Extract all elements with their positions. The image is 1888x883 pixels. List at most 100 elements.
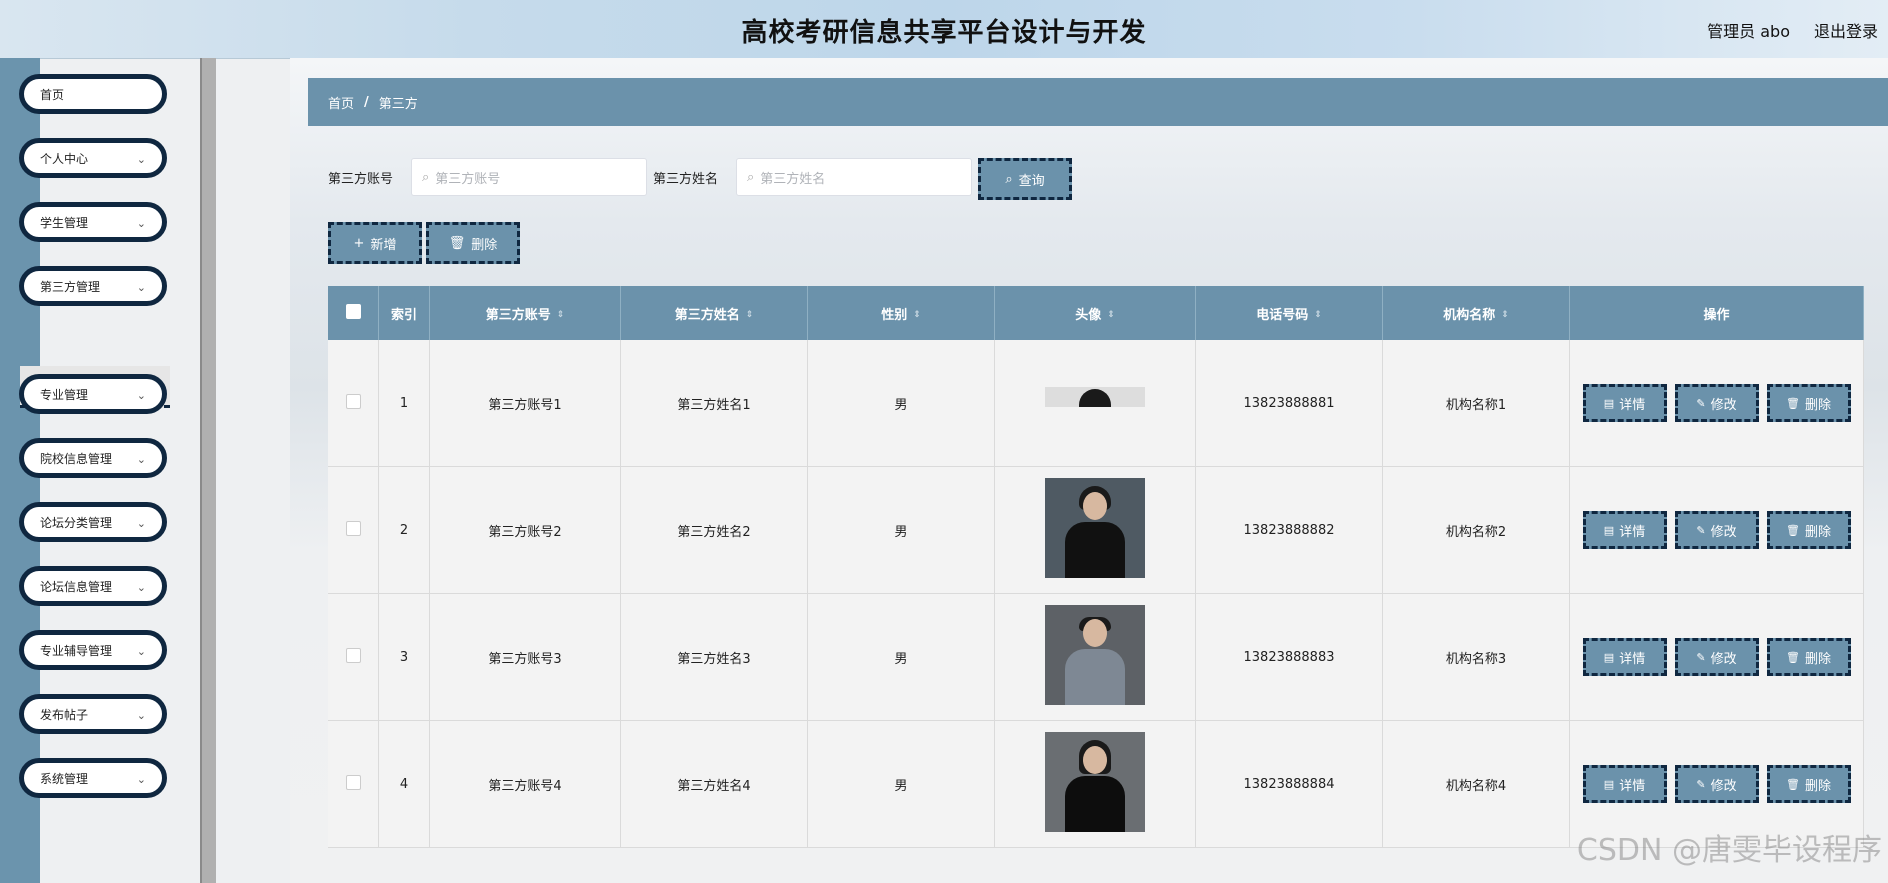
top-header: 高校考研信息共享平台设计与开发 管理员 abo 退出登录: [0, 0, 1888, 59]
cell-name: 第三方姓名1: [620, 340, 808, 467]
avatar: [1045, 478, 1145, 578]
delete-button[interactable]: 🗑 删除: [1766, 638, 1851, 676]
breadcrumb-home[interactable]: 首页: [328, 93, 354, 112]
pencil-icon: ✎: [1696, 650, 1706, 664]
cell-gender: 男: [807, 593, 995, 721]
query-button[interactable]: ⌕ 查询: [978, 158, 1072, 200]
add-button[interactable]: + 新增: [328, 222, 422, 264]
cell-name: 第三方姓名2: [620, 466, 808, 594]
delete-button[interactable]: 🗑 删除: [1766, 511, 1851, 549]
chevron-down-icon: ⌄: [136, 217, 146, 230]
breadcrumb-current: 第三方: [378, 96, 418, 112]
cell-phone: 13823888884: [1195, 720, 1383, 848]
column-avatar[interactable]: 头像 ⇕: [994, 286, 1196, 340]
detail-button[interactable]: ▤ 详情: [1582, 765, 1667, 803]
main-content: 首页 / 第三方 第三方账号 ⌕ 第三方账号 第三方姓名 ⌕ 第三方姓名 ⌕ 查…: [290, 58, 1888, 883]
chevron-down-icon: ⌄: [136, 389, 146, 402]
row-checkbox[interactable]: [345, 647, 361, 663]
sidebar-item-home[interactable]: 首页: [19, 74, 167, 114]
trash-icon: 🗑: [448, 235, 466, 251]
row-checkbox[interactable]: [345, 774, 361, 790]
delete-button[interactable]: 🗑 删除: [1766, 765, 1851, 803]
third-party-table: 索引 第三方账号 ⇕ 第三方姓名 ⇕ 性别 ⇕ 头像 ⇕ 电话号码 ⇕ 机构名称 ⇕ 操作 …: [328, 286, 1864, 848]
sidebar-item-forum-info-management[interactable]: 论坛信息管理 ⌄: [19, 566, 167, 606]
logout-link[interactable]: 退出登录: [1814, 18, 1878, 42]
page-title: 高校考研信息共享平台设计与开发: [741, 18, 1147, 48]
sidebar-item-third-party-management[interactable]: 第三方管理 ⌄: [19, 266, 167, 306]
chevron-down-icon: ⌄: [136, 773, 146, 786]
sort-icon[interactable]: ⇕: [1107, 310, 1115, 320]
chevron-down-icon: ⌄: [136, 281, 146, 294]
table-header-row: 索引 第三方账号 ⇕ 第三方姓名 ⇕ 性别 ⇕ 头像 ⇕ 电话号码 ⇕ 机构名称 ⇕ 操作: [328, 286, 1864, 340]
cell-gender: 男: [807, 466, 995, 594]
select-all-header[interactable]: [328, 286, 379, 340]
batch-delete-button[interactable]: 🗑 删除: [426, 222, 520, 264]
sidebar-item-system-management[interactable]: 系统管理 ⌄: [19, 758, 167, 798]
trash-icon: 🗑: [1786, 650, 1800, 664]
trash-icon: 🗑: [1786, 396, 1800, 410]
detail-button[interactable]: ▤ 详情: [1582, 511, 1667, 549]
chevron-down-icon: ⌄: [136, 517, 146, 530]
column-name[interactable]: 第三方姓名 ⇕: [620, 286, 808, 340]
sort-icon[interactable]: ⇕: [1501, 310, 1509, 320]
search-icon: ⌕: [422, 169, 430, 185]
sidebar-item-publish-post[interactable]: 发布帖子 ⌄: [19, 694, 167, 734]
cell-org: 机构名称1: [1382, 340, 1570, 467]
detail-button[interactable]: ▤ 详情: [1582, 384, 1667, 422]
sidebar-item-personal-center[interactable]: 个人中心 ⌄: [19, 138, 167, 178]
plus-icon: +: [353, 235, 365, 251]
sidebar-item-school-info-management[interactable]: 院校信息管理 ⌄: [19, 438, 167, 478]
select-all-checkbox[interactable]: [345, 303, 361, 319]
trash-icon: 🗑: [1786, 523, 1800, 537]
chevron-down-icon: ⌄: [136, 709, 146, 722]
row-checkbox[interactable]: [345, 393, 361, 409]
edit-button[interactable]: ✎ 修改: [1674, 638, 1759, 676]
chevron-down-icon: ⌄: [136, 453, 146, 466]
column-phone[interactable]: 电话号码 ⇕: [1195, 286, 1383, 340]
column-index: 索引: [378, 286, 430, 340]
sidebar-item-major-management[interactable]: 专业管理 ⌄: [19, 374, 167, 414]
edit-button[interactable]: ✎ 修改: [1674, 765, 1759, 803]
cell-account: 第三方账号3: [429, 593, 621, 721]
delete-button[interactable]: 🗑 删除: [1766, 384, 1851, 422]
account-search-input[interactable]: ⌕ 第三方账号: [411, 158, 647, 196]
sidebar-item-forum-category-management[interactable]: 论坛分类管理 ⌄: [19, 502, 167, 542]
cell-index: 1: [378, 340, 430, 467]
cell-actions: ▤ 详情 ✎ 修改 🗑 删除: [1569, 593, 1864, 721]
cell-phone: 13823888882: [1195, 466, 1383, 594]
pencil-icon: ✎: [1696, 396, 1706, 410]
avatar: [1045, 605, 1145, 705]
account-search-label: 第三方账号: [328, 172, 394, 187]
sidebar-item-student-management[interactable]: 学生管理 ⌄: [19, 202, 167, 242]
column-org[interactable]: 机构名称 ⇕: [1382, 286, 1570, 340]
cell-phone: 13823888881: [1195, 340, 1383, 467]
row-checkbox[interactable]: [345, 520, 361, 536]
sort-icon[interactable]: ⇕: [557, 310, 565, 320]
cell-account: 第三方账号1: [429, 340, 621, 467]
edit-button[interactable]: ✎ 修改: [1674, 384, 1759, 422]
search-icon: ⌕: [1005, 171, 1013, 187]
cell-actions: ▤ 详情 ✎ 修改 🗑 删除: [1569, 340, 1864, 467]
cell-gender: 男: [807, 720, 995, 848]
column-gender[interactable]: 性别 ⇕: [807, 286, 995, 340]
name-search-input[interactable]: ⌕ 第三方姓名: [736, 158, 972, 196]
document-icon: ▤: [1603, 523, 1615, 537]
detail-button[interactable]: ▤ 详情: [1582, 638, 1667, 676]
current-user: 管理员 abo: [1707, 22, 1790, 41]
sort-icon[interactable]: ⇕: [746, 310, 754, 320]
sidebar-item-major-tutoring-management[interactable]: 专业辅导管理 ⌄: [19, 630, 167, 670]
document-icon: ▤: [1603, 777, 1615, 791]
sort-icon[interactable]: ⇕: [1314, 310, 1322, 320]
cell-index: 4: [378, 720, 430, 848]
column-account[interactable]: 第三方账号 ⇕: [429, 286, 621, 340]
pencil-icon: ✎: [1696, 777, 1706, 791]
edit-button[interactable]: ✎ 修改: [1674, 511, 1759, 549]
sort-icon[interactable]: ⇕: [913, 310, 921, 320]
cell-name: 第三方姓名4: [620, 720, 808, 848]
cell-org: 机构名称2: [1382, 466, 1570, 594]
sidebar-divider: [200, 58, 216, 883]
cell-index: 3: [378, 593, 430, 721]
document-icon: ▤: [1603, 650, 1615, 664]
document-icon: ▤: [1603, 396, 1615, 410]
cell-org: 机构名称4: [1382, 720, 1570, 848]
